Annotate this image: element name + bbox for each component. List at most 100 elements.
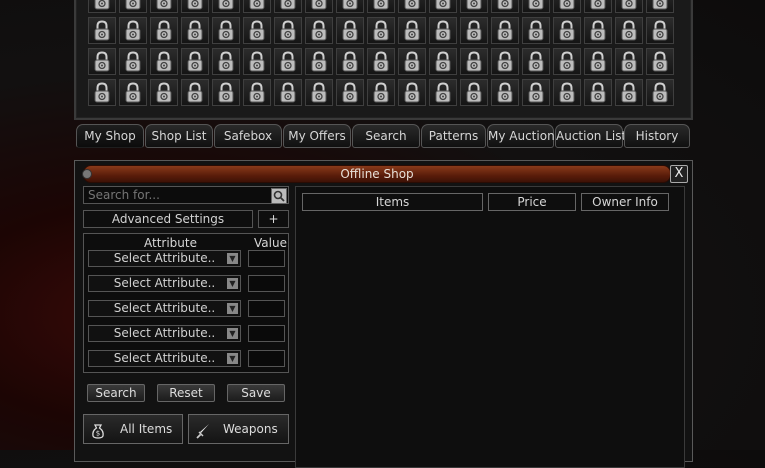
search-button[interactable]: Search [87, 384, 145, 402]
padlock-icon [398, 48, 426, 75]
padlock-icon [615, 48, 643, 75]
tab-auction-list[interactable]: Auction List [555, 124, 626, 148]
padlock-icon [460, 17, 488, 44]
search-icon[interactable] [271, 188, 287, 204]
add-setting-button[interactable]: + [258, 210, 289, 228]
padlock-icon [88, 48, 116, 75]
padlock-icon [336, 0, 364, 13]
attribute-select-label: Select Attribute.. [113, 326, 216, 340]
tab-shop-list[interactable]: Shop List [145, 124, 213, 148]
padlock-icon [305, 79, 333, 106]
padlock-icon [150, 48, 178, 75]
tab-search[interactable]: Search [352, 124, 420, 148]
padlock-icon [646, 17, 674, 44]
padlock-icon [181, 48, 209, 75]
tab-my-shop[interactable]: My Shop [76, 124, 144, 148]
padlock-icon [398, 79, 426, 106]
padlock-icon [429, 0, 457, 13]
padlock-icon [460, 48, 488, 75]
search-input[interactable] [88, 188, 268, 202]
padlock-icon [212, 17, 240, 44]
search-box [83, 186, 289, 204]
tab-my-auction[interactable]: My Auction [487, 124, 555, 148]
attribute-select-label: Select Attribute.. [113, 301, 216, 315]
dropdown-arrow-icon[interactable]: ▼ [227, 303, 238, 314]
reset-button[interactable]: Reset [157, 384, 215, 402]
category-all-items[interactable]: $ All Items [83, 414, 183, 444]
padlock-icon [336, 17, 364, 44]
padlock-icon [305, 0, 333, 13]
tab-my-offers[interactable]: My Offers [283, 124, 351, 148]
padlock-icon [336, 79, 364, 106]
attribute-value-field[interactable] [248, 325, 285, 342]
tab-history[interactable]: History [624, 124, 690, 148]
category-weapons[interactable]: Weapons [188, 414, 289, 444]
padlock-icon [553, 79, 581, 106]
items-column-header[interactable]: Items [302, 193, 483, 211]
padlock-icon [429, 17, 457, 44]
padlock-icon [553, 0, 581, 13]
padlock-icon [491, 0, 519, 13]
padlock-icon [212, 48, 240, 75]
padlock-icon [243, 17, 271, 44]
padlock-icon [367, 48, 395, 75]
padlock-icon [367, 0, 395, 13]
category-label: Weapons [223, 422, 278, 436]
padlock-icon [305, 17, 333, 44]
close-button[interactable]: X [670, 165, 688, 183]
dropdown-arrow-icon[interactable]: ▼ [227, 328, 238, 339]
category-label: All Items [120, 422, 173, 436]
dropdown-arrow-icon[interactable]: ▼ [227, 353, 238, 364]
padlock-icon [274, 79, 302, 106]
padlock-icon [429, 48, 457, 75]
padlock-icon [274, 17, 302, 44]
padlock-icon [522, 0, 550, 13]
padlock-icon [522, 79, 550, 106]
owner-info-column-header[interactable]: Owner Info [581, 193, 669, 211]
padlock-icon [615, 17, 643, 44]
padlock-icon [88, 17, 116, 44]
price-column-header[interactable]: Price [488, 193, 576, 211]
attribute-value-field[interactable] [248, 350, 285, 367]
padlock-icon [88, 0, 116, 13]
padlock-icon [150, 0, 178, 13]
attribute-value-field[interactable] [248, 275, 285, 292]
padlock-icon [212, 79, 240, 106]
attribute-select-label: Select Attribute.. [113, 351, 216, 365]
padlock-icon [584, 48, 612, 75]
money-bag-icon: $ [90, 421, 106, 439]
padlock-icon [522, 17, 550, 44]
padlock-icon [119, 0, 147, 13]
padlock-icon [584, 79, 612, 106]
padlock-icon [522, 48, 550, 75]
padlock-icon [305, 48, 333, 75]
padlock-icon [615, 79, 643, 106]
padlock-icon [243, 79, 271, 106]
attribute-select[interactable]: Select Attribute.. ▼ [88, 350, 241, 367]
padlock-icon [491, 48, 519, 75]
title-bar[interactable]: Offline Shop [82, 165, 671, 183]
attribute-select-label: Select Attribute.. [113, 251, 216, 265]
attribute-select[interactable]: Select Attribute.. ▼ [88, 275, 241, 292]
padlock-icon [398, 17, 426, 44]
tab-safebox[interactable]: Safebox [214, 124, 282, 148]
attribute-value-field[interactable] [248, 300, 285, 317]
attribute-select[interactable]: Select Attribute.. ▼ [88, 300, 241, 317]
padlock-icon [119, 17, 147, 44]
tab-patterns[interactable]: Patterns [421, 124, 486, 148]
attribute-select[interactable]: Select Attribute.. ▼ [88, 250, 241, 267]
dropdown-arrow-icon[interactable]: ▼ [227, 278, 238, 289]
advanced-settings-button[interactable]: Advanced Settings [83, 210, 253, 228]
attribute-value-field[interactable] [248, 250, 285, 267]
padlock-icon [212, 0, 240, 13]
save-button[interactable]: Save [227, 384, 285, 402]
window-title: Offline Shop [340, 167, 414, 181]
tab-bar: My Shop Shop List Safebox My Offers Search Pa… [74, 122, 691, 150]
attribute-select[interactable]: Select Attribute.. ▼ [88, 325, 241, 342]
padlock-icon [150, 79, 178, 106]
dropdown-arrow-icon[interactable]: ▼ [227, 253, 238, 264]
sword-icon [195, 421, 211, 439]
padlock-icon [553, 48, 581, 75]
padlock-icon [646, 79, 674, 106]
padlock-icon [181, 17, 209, 44]
